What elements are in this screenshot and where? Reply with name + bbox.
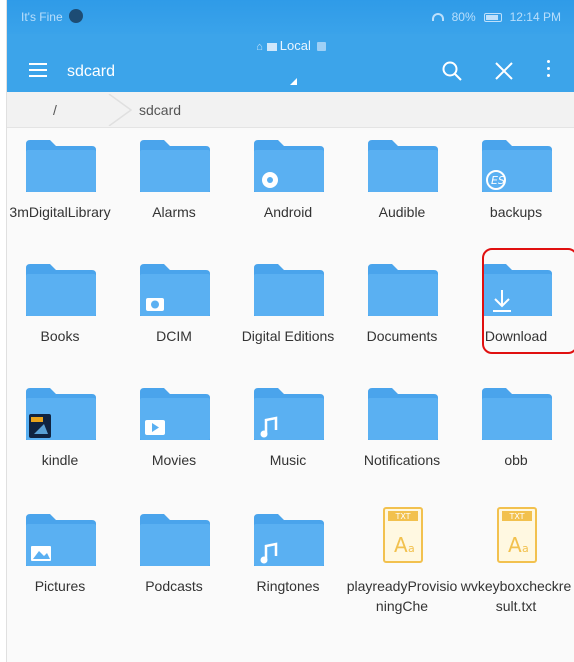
breadcrumb-sdcard[interactable]: sdcard [139,92,181,128]
breadcrumb: / sdcard [7,92,574,128]
search-icon[interactable] [441,60,463,82]
svg-text:TXT: TXT [508,512,524,521]
file-item-notifications[interactable]: Notifications [346,376,458,496]
file-label: Pictures [34,578,86,594]
status-right: 80% 12:14 PM [431,10,561,24]
menu-icon[interactable] [29,63,47,77]
wifi-icon [431,13,444,21]
dropdown-triangle-icon[interactable] [290,78,297,85]
file-manager-window: It's Fine 80% 12:14 PM ⌂ Local sdcard / [6,0,574,662]
file-item-dcim[interactable]: DCIM [118,252,230,372]
file-item-wvkeyboxcheckresult-txt[interactable]: TXTAaTXTwvkeyboxcheckresult.txt [460,502,572,622]
file-item-obb[interactable]: obb [460,376,572,496]
file-label: Ringtones [256,578,320,594]
app-bar: ⌂ Local sdcard [7,34,574,92]
file-item-playreadyprovisioningche[interactable]: TXTAaTXTplayreadyProvisioningChe [346,502,458,622]
file-label: playreadyProvisioningChe [346,578,458,614]
file-label: backups [489,204,543,220]
svg-text:ES: ES [491,174,505,187]
clock: 12:14 PM [509,10,561,24]
svg-text:a: a [522,542,529,555]
file-label: Audible [378,204,426,220]
file-item-kindle[interactable]: kindle [4,376,116,496]
battery-icon [483,12,502,22]
file-item-podcasts[interactable]: Podcasts [118,502,230,622]
location-label: Local [279,38,311,53]
file-item-pictures[interactable]: Pictures [4,502,116,622]
page-title: sdcard [67,63,116,80]
highlight-box [482,248,574,354]
file-label: kindle [41,452,79,468]
file-item-audible[interactable]: Audible [346,128,458,248]
file-label: DCIM [156,328,192,344]
file-label: obb [504,452,528,468]
home-icon: ⌂ [256,41,263,53]
file-label: Movies [151,452,197,468]
file-item-3mdigitallibrary[interactable]: 3mDigitalLibrary [4,128,116,248]
location-selector[interactable]: ⌂ Local [7,38,574,53]
file-label: Documents [366,328,438,344]
file-item-backups[interactable]: ES backups [460,128,572,248]
file-item-alarms[interactable]: Alarms [118,128,230,248]
breadcrumb-root[interactable]: / [53,92,57,128]
file-label: Android [263,204,313,220]
battery-percent: 80% [451,10,476,24]
file-item-movies[interactable]: Movies [118,376,230,496]
notification-icon [69,9,83,23]
more-vert-icon[interactable] [543,60,553,82]
file-item-ringtones[interactable]: Ringtones [232,502,344,622]
file-label: wvkeyboxcheckresult.txt [460,578,572,614]
file-item-android[interactable]: Android [232,128,344,248]
carrier-name: It's Fine [21,10,63,24]
file-item-music[interactable]: Music [232,376,344,496]
breadcrumb-separator-icon [108,94,133,126]
svg-text:A: A [394,533,408,557]
svg-text:a: a [408,542,415,555]
close-icon[interactable] [493,60,515,82]
status-bar: It's Fine 80% 12:14 PM [7,0,574,34]
file-label: 3mDigitalLibrary [9,204,111,220]
file-label: Notifications [363,452,441,468]
file-label: Digital Editions [241,328,335,344]
file-label: Podcasts [145,578,203,594]
storage-icon [266,42,277,51]
window-icon [316,42,326,52]
file-label: Alarms [152,204,196,220]
file-item-digital-editions[interactable]: Digital Editions [232,252,344,372]
file-label: Books [40,328,80,344]
svg-text:A: A [508,533,522,557]
file-label: Music [269,452,307,468]
svg-text:TXT: TXT [394,512,410,521]
file-item-books[interactable]: Books [4,252,116,372]
file-item-documents[interactable]: Documents [346,252,458,372]
